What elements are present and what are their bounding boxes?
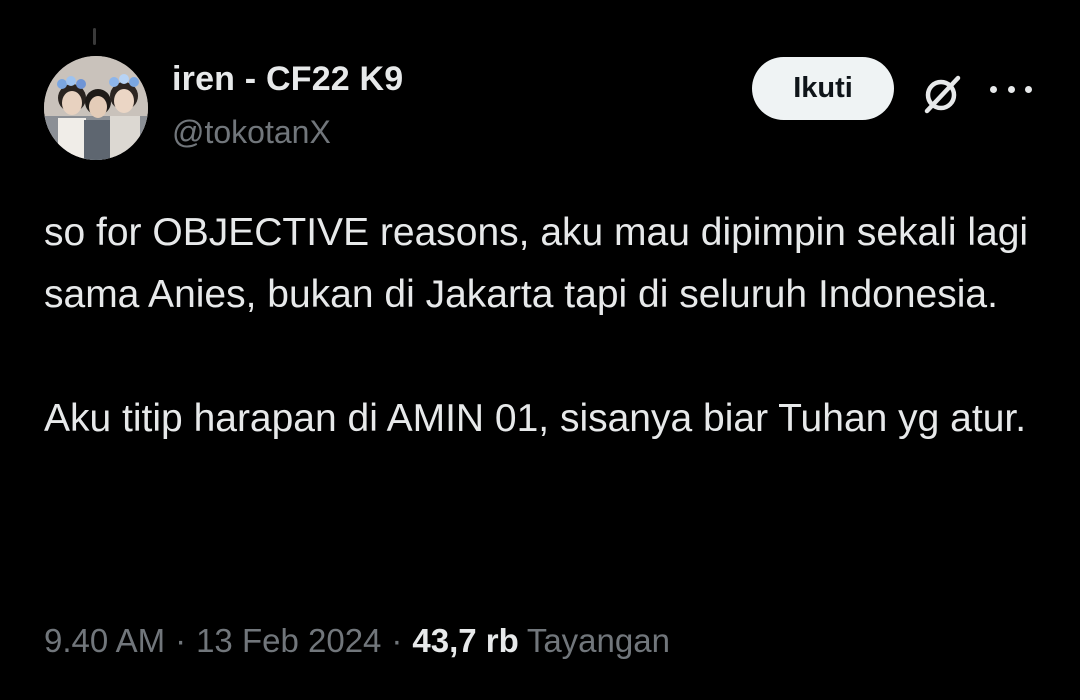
- author-display-name[interactable]: iren - CF22 K9: [172, 60, 403, 99]
- avatar-photo: [44, 56, 148, 160]
- avatar[interactable]: [44, 56, 148, 160]
- meta-separator: ·: [175, 622, 187, 659]
- tweet-meta: 9.40 AM · 13 Feb 2024 · 43,7 rb Tayangan: [44, 622, 670, 660]
- views-label[interactable]: Tayangan: [527, 622, 670, 660]
- grok-icon[interactable]: [918, 70, 966, 118]
- grok-icon-glyph: [924, 75, 961, 114]
- more-dot: [990, 85, 997, 93]
- tweet-time[interactable]: 9.40 AM: [44, 622, 165, 660]
- tweet-paragraph: so for OBJECTIVE reasons, aku mau dipimp…: [44, 211, 1029, 316]
- tweet-date[interactable]: 13 Feb 2024: [196, 622, 381, 660]
- tweet-detail: iren - CF22 K9 @tokotanX Ikuti so for OB…: [0, 0, 1080, 700]
- meta-separator: ·: [391, 622, 403, 659]
- views-count[interactable]: 43,7 rb: [412, 622, 518, 660]
- tweet-text: so for OBJECTIVE reasons, aku mau dipimp…: [44, 202, 1044, 450]
- more-dot: [1007, 85, 1015, 93]
- more-dot: [1025, 85, 1032, 93]
- follow-button[interactable]: Ikuti: [752, 57, 894, 120]
- tweet-paragraph: Aku titip harapan di AMIN 01, sisanya bi…: [44, 397, 1027, 440]
- author-handle[interactable]: @tokotanX: [172, 114, 331, 151]
- thread-connector-line: [93, 28, 96, 45]
- more-options-icon[interactable]: [990, 74, 1032, 104]
